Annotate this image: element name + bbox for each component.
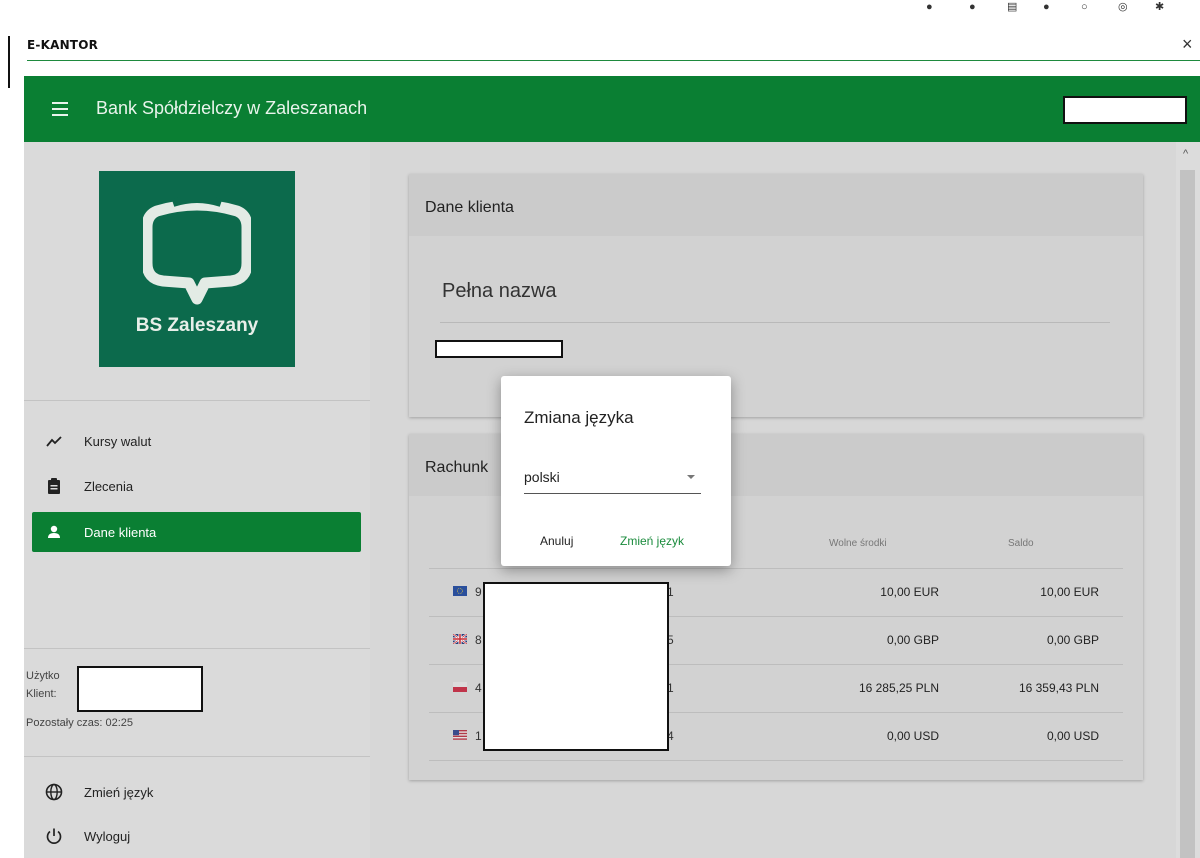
toolbar-icon[interactable]: ● bbox=[926, 2, 938, 12]
language-select-value: polski bbox=[524, 469, 560, 485]
bank-name: Bank Spółdzielczy w Zaleszanach bbox=[96, 98, 368, 118]
redacted-full-name bbox=[435, 340, 563, 358]
balance-value: 16 359,43 PLN bbox=[1018, 681, 1099, 695]
account-number-prefix: 1 bbox=[475, 729, 482, 743]
session-timer: Pozostały czas: 02:25 bbox=[26, 717, 134, 729]
language-select[interactable]: polski bbox=[524, 464, 701, 494]
toolbar-icon[interactable]: ▤ bbox=[1007, 2, 1019, 12]
redacted-user-info bbox=[77, 666, 203, 712]
toolbar-icon[interactable]: ○ bbox=[1081, 2, 1093, 12]
uk-flag-icon bbox=[453, 634, 467, 644]
redacted-user-box bbox=[1063, 96, 1187, 124]
sidebar-item-label: Wyloguj bbox=[84, 829, 131, 844]
us-flag-icon bbox=[453, 730, 467, 740]
toolbar-icon[interactable]: ◎ bbox=[1118, 2, 1130, 12]
dropdown-caret-icon bbox=[687, 475, 695, 479]
clipboard-icon bbox=[48, 478, 60, 494]
logo-text: BS Zaleszany bbox=[135, 315, 259, 336]
balance-value: 0,00 USD bbox=[1046, 729, 1099, 743]
scrollbar[interactable]: ^ bbox=[1176, 142, 1200, 858]
logo-shield-icon bbox=[143, 197, 251, 305]
card-title: Rachunk bbox=[425, 459, 489, 476]
balance-value: 0,00 GBP bbox=[1046, 633, 1099, 647]
sidebar-item-zmien-jezyk[interactable]: Zmień język bbox=[32, 772, 361, 812]
hamburger-menu-icon[interactable] bbox=[52, 102, 68, 116]
balance-value: 10,00 EUR bbox=[1040, 585, 1099, 599]
account-number-prefix: 8 bbox=[475, 633, 482, 647]
sidebar-divider bbox=[24, 648, 370, 649]
sidebar-item-label: Zmień język bbox=[84, 785, 154, 800]
sidebar-divider bbox=[24, 756, 370, 757]
full-name-divider bbox=[440, 322, 1110, 323]
sidebar-item-zlecenia[interactable]: Zlecenia bbox=[32, 466, 361, 506]
account-number-prefix: 4 bbox=[475, 681, 482, 695]
cancel-button[interactable]: Anuluj bbox=[540, 534, 573, 548]
title-divider bbox=[27, 60, 1200, 61]
sidebar-item-dane-klienta[interactable]: Dane klienta bbox=[32, 512, 361, 552]
column-header-balance: Saldo bbox=[1008, 538, 1034, 549]
window-edge bbox=[8, 36, 10, 88]
sidebar-divider bbox=[24, 400, 370, 401]
redacted-account-numbers bbox=[483, 582, 669, 751]
bank-logo: BS Zaleszany bbox=[99, 171, 295, 367]
app-bar: Bank Spółdzielczy w Zaleszanach bbox=[24, 76, 1200, 142]
language-dialog: Zmiana języka polski Anuluj Zmień język bbox=[501, 376, 731, 566]
free-funds-value: 16 285,25 PLN bbox=[858, 681, 939, 695]
free-funds-value: 0,00 USD bbox=[886, 729, 939, 743]
trending-up-icon bbox=[46, 436, 62, 447]
person-icon bbox=[48, 525, 60, 538]
change-language-button[interactable]: Zmień język bbox=[620, 534, 684, 548]
sidebar: BS Zaleszany Kursy walut Zlecenia Dane k… bbox=[24, 142, 370, 858]
sidebar-item-label: Dane klienta bbox=[84, 525, 157, 540]
scrollbar-thumb[interactable] bbox=[1180, 170, 1195, 858]
globe-icon bbox=[45, 783, 63, 801]
toolbar-icon[interactable]: ✱ bbox=[1155, 2, 1167, 12]
toolbar-icon[interactable]: ● bbox=[1043, 2, 1055, 12]
card-title: Dane klienta bbox=[425, 199, 514, 216]
sidebar-item-label: Zlecenia bbox=[84, 479, 134, 494]
sidebar-item-wyloguj[interactable]: Wyloguj bbox=[32, 816, 361, 856]
power-icon bbox=[46, 828, 62, 844]
sidebar-item-kursy-walut[interactable]: Kursy walut bbox=[32, 421, 361, 461]
sidebar-item-label: Kursy walut bbox=[84, 434, 152, 449]
top-toolbar-strip: ● ● ▤ ● ○ ◎ ✱ bbox=[0, 0, 1200, 12]
user-label: Użytko bbox=[26, 670, 60, 682]
card-header: Dane klienta bbox=[409, 174, 1143, 236]
account-number-prefix: 9 bbox=[475, 585, 482, 599]
column-header-free-funds: Wolne środki bbox=[829, 538, 887, 549]
window-title: E-KANTOR bbox=[27, 38, 99, 52]
client-label: Klient: bbox=[26, 688, 57, 700]
dialog-title: Zmiana języka bbox=[524, 408, 634, 427]
chevron-up-icon[interactable]: ^ bbox=[1183, 148, 1188, 160]
free-funds-value: 0,00 GBP bbox=[886, 633, 939, 647]
close-icon[interactable]: × bbox=[1182, 34, 1193, 54]
pl-flag-icon bbox=[453, 682, 467, 692]
free-funds-value: 10,00 EUR bbox=[880, 585, 939, 599]
eu-flag-icon bbox=[453, 586, 467, 596]
toolbar-icon[interactable]: ● bbox=[969, 2, 981, 12]
full-name-label: Pełna nazwa bbox=[442, 280, 557, 302]
